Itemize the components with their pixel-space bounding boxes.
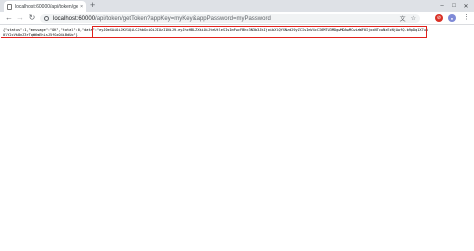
url-host: localhost:60000	[53, 15, 96, 22]
url-path: /api/token/getToken?appKey=myKey&appPass…	[95, 15, 271, 22]
back-arrow-icon[interactable]: ←	[4, 13, 14, 23]
profile-icon[interactable]: ●	[448, 14, 456, 22]
tab-close-icon[interactable]: ×	[80, 4, 83, 10]
menu-icon[interactable]: ⋮	[463, 13, 470, 23]
json-prefix: {"status":1,"message":"OK","total":0,"da…	[3, 28, 100, 32]
page-icon	[7, 3, 12, 10]
new-tab-button[interactable]: +	[90, 0, 95, 11]
token-highlight-underline	[1, 37, 93, 38]
omnibox-actions: 文 ☆	[395, 14, 416, 23]
reload-icon[interactable]: ↻	[27, 13, 37, 23]
maximize-button[interactable]: □	[448, 0, 460, 12]
page-content: {"status":1,"message":"OK","total":0,"da…	[0, 26, 474, 251]
tab-title: localhost:60000/api/token/ge	[15, 3, 79, 10]
forward-arrow-icon[interactable]: →	[15, 13, 25, 23]
minimize-button[interactable]: –	[436, 0, 448, 12]
info-icon[interactable]	[44, 16, 49, 21]
browser-toolbar: ← → ↻ localhost:60000/api/token/getToken…	[0, 12, 474, 25]
translate-icon[interactable]: 文	[400, 14, 406, 23]
url-text[interactable]: localhost:60000/api/token/getToken?appKe…	[53, 16, 271, 22]
title-bar: localhost:60000/api/token/ge × + – □ ✕	[0, 0, 474, 12]
browser-tab[interactable]: localhost:60000/api/token/ge ×	[4, 1, 86, 12]
block-icon[interactable]: ⊘	[435, 14, 443, 22]
close-window-button[interactable]: ✕	[460, 0, 472, 12]
star-icon[interactable]: ☆	[411, 15, 416, 22]
window-controls: – □ ✕	[436, 0, 472, 12]
address-bar[interactable]: localhost:60000/api/token/getToken?appKe…	[40, 14, 420, 23]
